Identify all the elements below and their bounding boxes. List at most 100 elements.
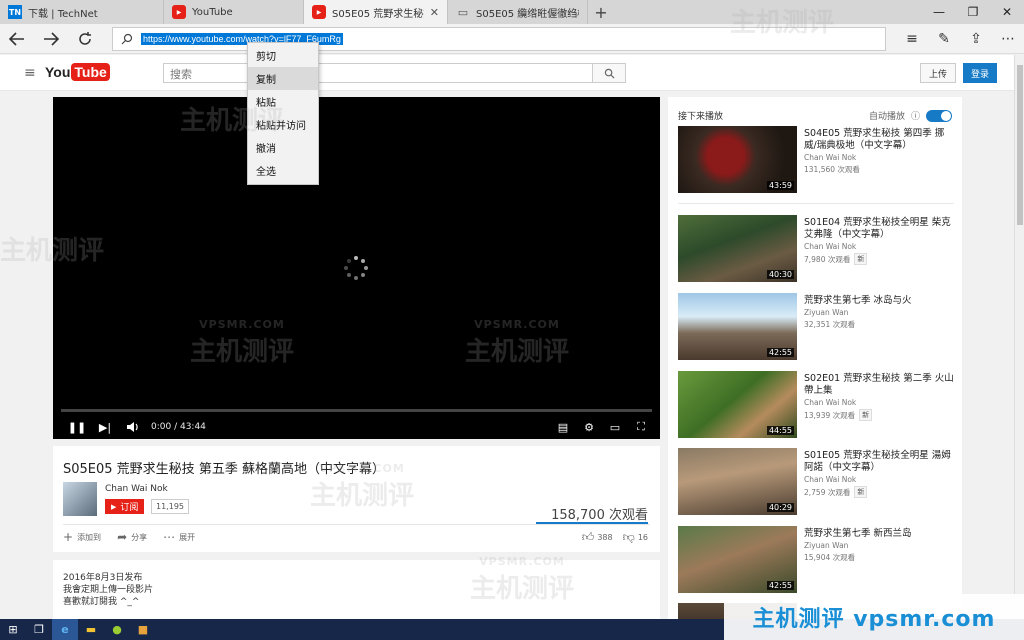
video-item-title[interactable]: S01E05 荒野求生秘技全明星 湯姆阿諾（中文字幕）: [804, 450, 954, 474]
browser-tab-bar: TN 下载 | TechNet ▶ YouTube ▶ S05E05 荒野求生秘…: [0, 0, 1024, 24]
browser-nav-bar: https://www.youtube.com/watch?v=lF77_F6u…: [0, 24, 1024, 54]
menu-item-paste-and-go[interactable]: 粘贴并访问: [248, 113, 318, 136]
video-thumbnail[interactable]: 40:29: [678, 448, 797, 515]
volume-icon[interactable]: [119, 421, 147, 433]
restore-icon[interactable]: ❐: [956, 0, 990, 24]
video-item-title[interactable]: S04E05 荒野求生秘技 第四季 挪威/瑞典极地（中文字幕）: [804, 128, 954, 152]
channel-avatar[interactable]: [63, 482, 97, 516]
close-tab-icon[interactable]: ✕: [430, 6, 439, 19]
video-item-title[interactable]: 荒野求生第七季 冰岛与火: [804, 295, 954, 307]
upload-button[interactable]: 上传: [920, 63, 957, 83]
subscriber-count: 11,195: [151, 499, 189, 514]
video-title: S05E05 荒野求生秘技 第五季 蘇格蘭高地（中文字幕）: [63, 462, 385, 477]
share-icon[interactable]: ⇪: [960, 24, 992, 54]
file-explorer-icon[interactable]: ▬: [78, 619, 104, 640]
back-arrow-icon[interactable]: [0, 24, 34, 54]
guide-menu-icon[interactable]: ≡: [24, 65, 36, 81]
hub-icon[interactable]: ≡: [896, 24, 928, 54]
player-controls: ❚❚ ▶| 0:00 / 43:44 ▤ ⚙ ▭ ⛶: [53, 415, 660, 439]
technet-favicon-icon: TN: [8, 5, 22, 19]
duration-badge: 43:59: [766, 181, 794, 190]
nav-toolbar-right: ≡ ✎ ⇪ ⋯: [896, 24, 1024, 54]
video-thumbnail[interactable]: 42:55: [678, 293, 797, 360]
related-video-item[interactable]: 42:55 荒野求生第七季 新西兰岛 Ziyuan Wan 15,904 次观看: [678, 526, 954, 594]
tab-video-active[interactable]: ▶ S05E05 荒野求生秘技 第 ✕: [304, 0, 448, 24]
video-thumbnail[interactable]: 43:59: [678, 126, 797, 193]
tab-youtube[interactable]: ▶ YouTube: [164, 0, 304, 24]
windows-start-icon[interactable]: ⊞: [0, 619, 26, 640]
progress-bar[interactable]: [61, 409, 652, 412]
menu-item-cut[interactable]: 剪切: [248, 44, 318, 67]
share-arrow-icon: ➦: [117, 530, 128, 544]
new-badge: 新: [854, 253, 868, 265]
video-item-views: 32,351 次观看: [804, 320, 856, 329]
view-count: 158,700 次观看: [551, 508, 648, 523]
info-icon[interactable]: ⓘ: [911, 109, 920, 122]
refresh-icon[interactable]: [68, 24, 102, 54]
share-label: 分享: [131, 532, 148, 542]
subscribe-button[interactable]: ▶ 订阅: [105, 499, 145, 514]
autoplay-toggle[interactable]: [926, 109, 952, 122]
video-item-title[interactable]: S01E04 荒野求生秘技全明星 柴克艾弗隆（中文字幕）: [804, 217, 954, 241]
settings-gear-icon[interactable]: ⚙: [576, 420, 602, 434]
related-video-item[interactable]: 40:29 S01E05 荒野求生秘技全明星 湯姆阿諾（中文字幕） Chan W…: [678, 448, 954, 516]
next-icon[interactable]: ▶|: [91, 421, 119, 434]
tab-technet[interactable]: TN 下载 | TechNet: [0, 0, 164, 24]
menu-item-paste[interactable]: 粘贴: [248, 90, 318, 113]
new-tab-button[interactable]: +: [588, 0, 614, 24]
scrollbar-thumb[interactable]: [1017, 65, 1023, 225]
related-video-item[interactable]: 40:30 S01E04 荒野求生秘技全明星 柴克艾弗隆（中文字幕） Chan …: [678, 215, 954, 283]
thumbs-down-icon[interactable]: 👎︎: [623, 530, 635, 545]
more-button[interactable]: ⋯ 展开: [163, 530, 195, 544]
new-badge: 新: [859, 409, 873, 421]
related-video-item[interactable]: 44:55 S02E01 荒野求生秘技 第二季 火山帶上集 Chan Wai N…: [678, 371, 954, 439]
menu-item-select-all[interactable]: 全选: [248, 159, 318, 182]
pause-icon[interactable]: ❚❚: [63, 421, 91, 434]
edge-browser-icon[interactable]: e: [52, 619, 78, 640]
forward-arrow-icon[interactable]: [34, 24, 68, 54]
share-button[interactable]: ➦ 分享: [117, 530, 147, 544]
subtitles-icon[interactable]: ▤: [550, 420, 576, 434]
video-player[interactable]: ❚❚ ▶| 0:00 / 43:44 ▤ ⚙ ▭ ⛶: [53, 97, 660, 439]
logo-tube-text: Tube: [71, 63, 110, 81]
duration-badge: 40:30: [766, 270, 794, 279]
app-icon[interactable]: ●: [104, 619, 130, 640]
youtube-logo[interactable]: You Tube: [45, 63, 110, 81]
fullscreen-icon[interactable]: ⛶: [628, 420, 654, 434]
related-video-item[interactable]: 43:59 S04E05 荒野求生秘技 第四季 挪威/瑞典极地（中文字幕） Ch…: [678, 126, 954, 194]
page-scrollbar[interactable]: [1014, 55, 1024, 619]
search-button[interactable]: [592, 63, 626, 83]
menu-item-undo[interactable]: 撤消: [248, 136, 318, 159]
minimize-icon[interactable]: —: [922, 0, 956, 24]
video-item-title[interactable]: S02E01 荒野求生秘技 第二季 火山帶上集: [804, 373, 954, 397]
loading-spinner-icon: [344, 256, 368, 280]
login-button[interactable]: 登录: [963, 63, 998, 83]
time-display: 0:00 / 43:44: [151, 422, 206, 432]
theater-mode-icon[interactable]: ▭: [602, 420, 628, 434]
video-item-title[interactable]: 荒野求生第七季 新西兰岛: [804, 528, 954, 540]
menu-item-copy[interactable]: 复制: [248, 67, 318, 90]
address-bar[interactable]: https://www.youtube.com/watch?v=lF77_F6u…: [112, 27, 886, 51]
plus-icon: +: [63, 530, 74, 544]
description-line: 我會定期上傳一段影片: [63, 585, 154, 595]
web-note-icon[interactable]: ✎: [928, 24, 960, 54]
logo-you-text: You: [45, 64, 71, 80]
app-icon[interactable]: ■: [130, 619, 156, 640]
thumbs-up-icon[interactable]: 👍︎: [582, 530, 595, 545]
tab-video-garbled[interactable]: ▭ S05E05 纜绺暀偓徹绉橀: [448, 0, 588, 24]
video-thumbnail[interactable]: 44:55: [678, 371, 797, 438]
add-to-button[interactable]: + 添加到: [63, 530, 101, 544]
channel-name[interactable]: Chan Wai Nok: [105, 484, 168, 494]
search-icon: [113, 33, 141, 45]
close-window-icon[interactable]: ✕: [990, 0, 1024, 24]
duration-badge: 42:55: [766, 348, 794, 357]
video-item-views: 13,939 次观看新: [804, 409, 873, 421]
task-view-icon[interactable]: ❐: [26, 619, 52, 640]
tab-label: YouTube: [192, 6, 233, 18]
more-icon[interactable]: ⋯: [992, 24, 1024, 54]
search-input[interactable]: 搜索: [163, 63, 593, 83]
video-thumbnail[interactable]: 40:30: [678, 215, 797, 282]
related-video-item[interactable]: 42:55 荒野求生第七季 冰岛与火 Ziyuan Wan 32,351 次观看: [678, 293, 954, 361]
video-item-views: 7,980 次观看新: [804, 253, 868, 265]
video-thumbnail[interactable]: 42:55: [678, 526, 797, 593]
